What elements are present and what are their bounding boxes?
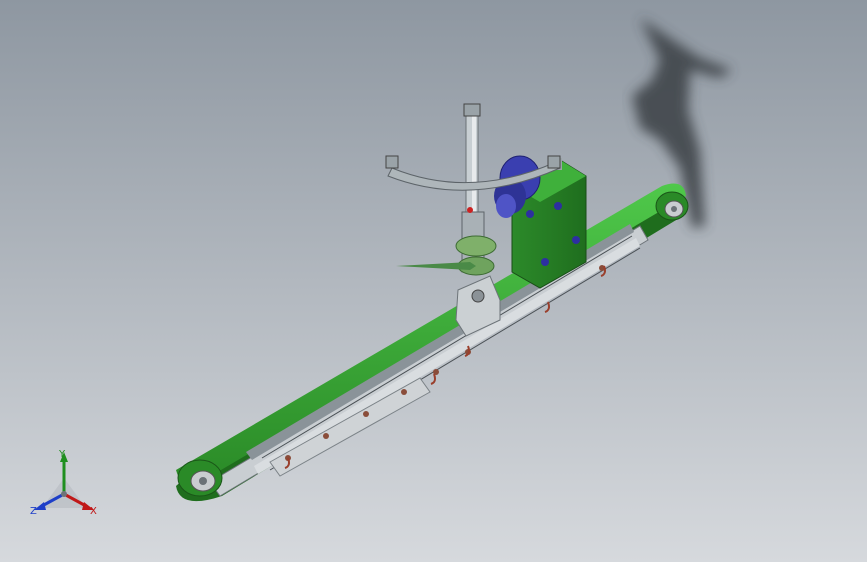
conveyor-belt xyxy=(176,183,689,502)
axis-triad: Y X Z xyxy=(24,448,108,528)
assembly-model[interactable] xyxy=(0,0,867,562)
z-axis-label: Z xyxy=(30,506,37,517)
y-axis-label: Y xyxy=(59,449,66,460)
cad-viewport[interactable]: Y X Z xyxy=(0,0,867,562)
x-axis-label: X xyxy=(90,506,97,517)
